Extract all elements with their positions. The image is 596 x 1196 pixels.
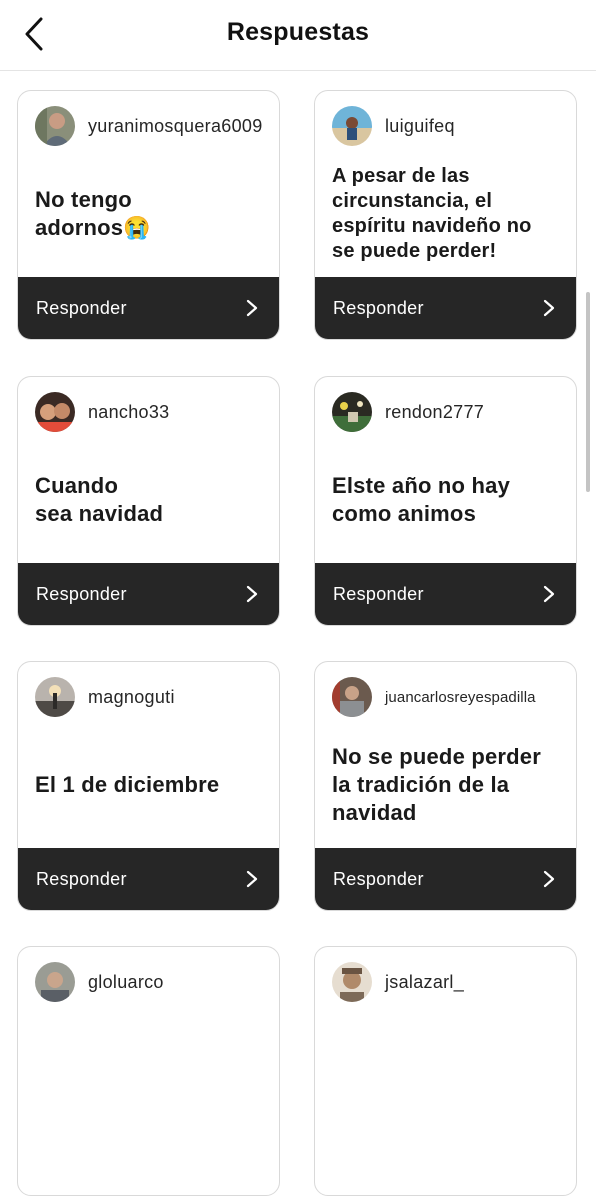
reply-card: gloluarco (17, 946, 280, 1196)
reply-button-label: Responder (36, 583, 127, 604)
chevron-right-icon (245, 584, 259, 604)
reply-button-label: Responder (333, 868, 424, 889)
reply-button[interactable]: Responder (18, 848, 279, 910)
reply-text: No tengo adornos😭 (35, 187, 151, 240)
top-bar: Respuestas (0, 0, 596, 71)
reply-button[interactable]: Responder (315, 563, 576, 625)
reply-button[interactable]: Responder (18, 563, 279, 625)
username[interactable]: rendon2777 (385, 402, 484, 423)
avatar[interactable] (332, 677, 372, 717)
card-header: magnoguti (35, 676, 269, 718)
reply-button[interactable]: Responder (315, 848, 576, 910)
card-header: juancarlosreyespadilla (332, 676, 566, 718)
reply-card: luiguifeq A pesar de las circunstancia, … (314, 90, 577, 340)
chevron-right-icon (542, 584, 556, 604)
username[interactable]: nancho33 (88, 402, 169, 423)
username[interactable]: gloluarco (88, 972, 164, 993)
username[interactable]: jsalazarl_ (385, 972, 464, 993)
avatar[interactable] (332, 962, 372, 1002)
card-header: luiguifeq (332, 105, 566, 147)
reply-card: magnoguti El 1 de diciembre Responder (17, 661, 280, 911)
chevron-right-icon (245, 298, 259, 318)
scrollbar[interactable] (586, 292, 590, 492)
reply-card: rendon2777 Elste año no hay como animos … (314, 376, 577, 626)
card-header: yuranimosquera6009 (35, 105, 269, 147)
username[interactable]: yuranimosquera6009 (88, 116, 263, 137)
avatar[interactable] (332, 392, 372, 432)
reply-button-label: Responder (333, 297, 424, 318)
username[interactable]: luiguifeq (385, 116, 455, 137)
reply-button-label: Responder (36, 868, 127, 889)
reply-button-label: Responder (333, 583, 424, 604)
reply-text: El 1 de diciembre (35, 772, 220, 797)
avatar[interactable] (35, 962, 75, 1002)
page-title: Respuestas (226, 18, 370, 46)
reply-button-label: Responder (36, 297, 127, 318)
chevron-right-icon (542, 298, 556, 318)
avatar[interactable] (35, 392, 75, 432)
reply-text: Cuando sea navidad (35, 473, 164, 526)
reply-card: jsalazarl_ (314, 946, 577, 1196)
chevron-right-icon (542, 869, 556, 889)
reply-card: yuranimosquera6009 No tengo adornos😭 Res… (17, 90, 280, 340)
card-header: jsalazarl_ (332, 961, 566, 1003)
username[interactable]: magnoguti (88, 687, 175, 708)
card-header: nancho33 (35, 391, 269, 433)
reply-button[interactable]: Responder (315, 277, 576, 339)
reply-button[interactable]: Responder (18, 277, 279, 339)
username[interactable]: juancarlosreyespadilla (385, 689, 536, 706)
reply-text: A pesar de las circunstancia, el espírit… (332, 165, 532, 262)
reply-text: Elste año no hay como animos (332, 473, 511, 526)
card-header: rendon2777 (332, 391, 566, 433)
card-header: gloluarco (35, 961, 269, 1003)
reply-card: juancarlosreyespadilla No se puede perde… (314, 661, 577, 911)
reply-text: No se puede perder la tradición de la na… (332, 744, 541, 825)
avatar[interactable] (332, 106, 372, 146)
avatar[interactable] (35, 677, 75, 717)
avatar[interactable] (35, 106, 75, 146)
chevron-right-icon (245, 869, 259, 889)
reply-card: nancho33 Cuando sea navidad Responder (17, 376, 280, 626)
